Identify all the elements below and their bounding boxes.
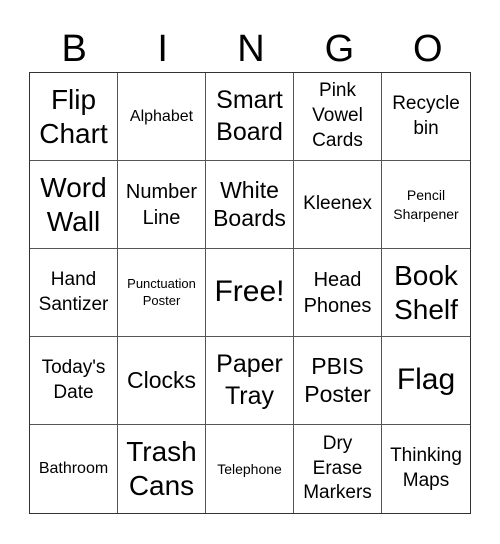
header-letter-i: I	[157, 28, 168, 70]
bingo-cell[interactable]: Pencil Sharpener	[382, 161, 470, 249]
bingo-cell[interactable]: Smart Board	[206, 73, 294, 161]
bingo-cell[interactable]: Punctuation Poster	[118, 249, 206, 337]
bingo-cell[interactable]: Head Phones	[294, 249, 382, 337]
bingo-cell[interactable]: Trash Cans	[118, 425, 206, 513]
bingo-cell[interactable]: Book Shelf	[382, 249, 470, 337]
bingo-card-grid: Flip Chart Alphabet Smart Board Pink Vow…	[29, 72, 471, 514]
bingo-cell[interactable]: Dry Erase Markers	[294, 425, 382, 513]
bingo-cell[interactable]: Hand Santizer	[30, 249, 118, 337]
bingo-cell[interactable]: White Boards	[206, 161, 294, 249]
bingo-cell[interactable]: PBIS Poster	[294, 337, 382, 425]
header-letter-o: O	[413, 28, 443, 70]
bingo-cell[interactable]: Clocks	[118, 337, 206, 425]
bingo-cell[interactable]: Number Line	[118, 161, 206, 249]
bingo-cell[interactable]: Thinking Maps	[382, 425, 470, 513]
bingo-cell[interactable]: Bathroom	[30, 425, 118, 513]
bingo-cell[interactable]: Recycle bin	[382, 73, 470, 161]
bingo-cell[interactable]: Alphabet	[118, 73, 206, 161]
bingo-cell[interactable]: Telephone	[206, 425, 294, 513]
header-letter-b: B	[61, 28, 87, 70]
header-letter-g: G	[324, 28, 355, 70]
bingo-cell[interactable]: Flip Chart	[30, 73, 118, 161]
bingo-cell-free[interactable]: Free!	[206, 249, 294, 337]
bingo-header: B I N G O	[30, 26, 472, 72]
header-letter-n: N	[237, 28, 265, 70]
bingo-cell[interactable]: Pink Vowel Cards	[294, 73, 382, 161]
bingo-cell[interactable]: Flag	[382, 337, 470, 425]
bingo-cell[interactable]: Paper Tray	[206, 337, 294, 425]
bingo-cell[interactable]: Today's Date	[30, 337, 118, 425]
bingo-cell[interactable]: Word Wall	[30, 161, 118, 249]
bingo-cell[interactable]: Kleenex	[294, 161, 382, 249]
